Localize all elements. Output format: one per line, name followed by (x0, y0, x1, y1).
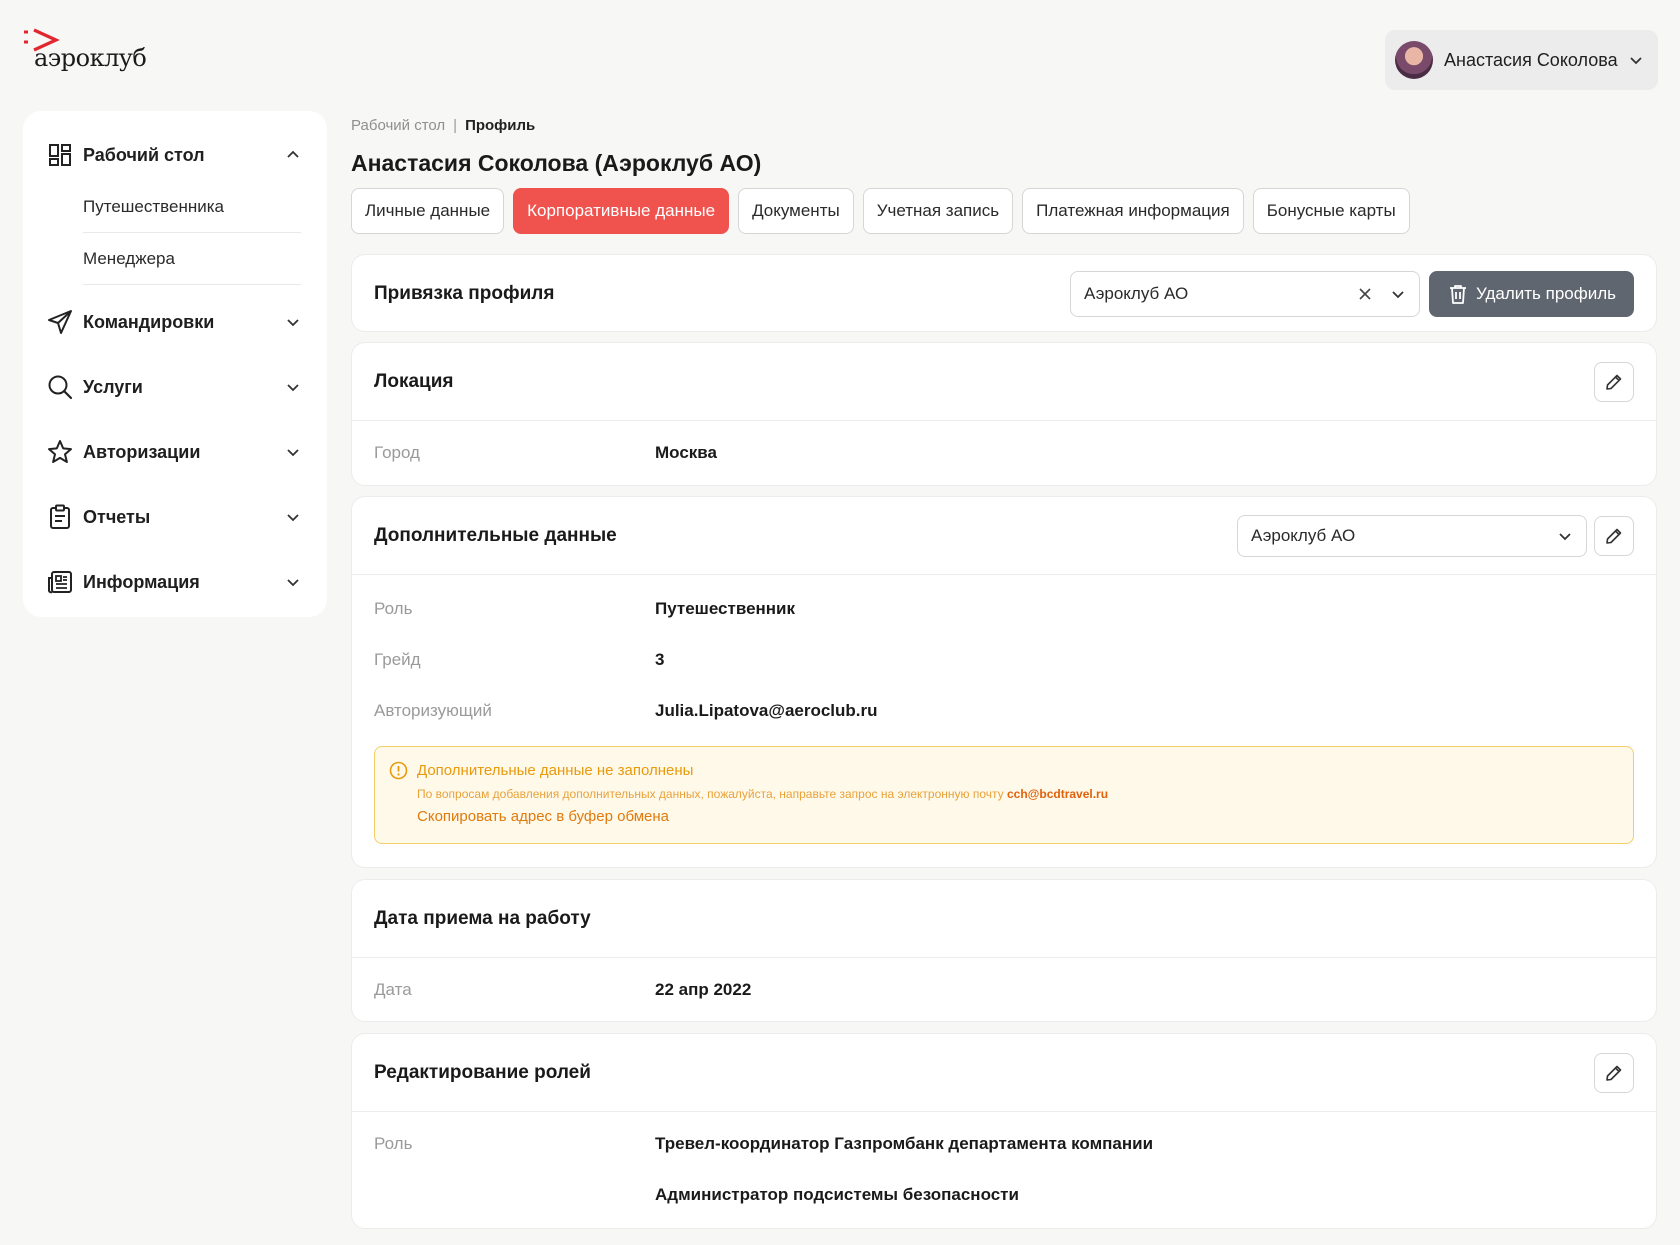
row-label: Город (374, 443, 420, 462)
copy-address-link[interactable]: Скопировать адрес в буфер обмена (417, 808, 669, 825)
user-menu[interactable]: Анастасия Соколова (1385, 30, 1658, 90)
sidebar-item-label: Командировки (83, 311, 215, 332)
sidebar-subitem-manager[interactable]: Менеджера (83, 233, 301, 285)
sidebar-item-authorizations[interactable]: Авторизации (47, 430, 301, 474)
sidebar-item-label: Услуги (83, 376, 143, 397)
row-label: Роль (374, 1133, 413, 1153)
card-title: Локация (374, 370, 454, 392)
edit-location-button[interactable] (1594, 361, 1634, 402)
clipboard-icon (47, 504, 73, 530)
additional-row-grade: Грейд 3 (352, 634, 1656, 685)
warning-title: Дополнительные данные не заполнены (417, 762, 694, 779)
sidebar-item-reports[interactable]: Отчеты (47, 495, 301, 539)
company-select-value: Аэроклуб АО (1083, 284, 1189, 303)
roles-row: Администратор подсистемы безопасности (352, 1169, 1656, 1220)
user-name: Анастасия Соколова (1444, 49, 1618, 70)
sidebar-subitem-traveler[interactable]: Путешественника (83, 181, 301, 233)
warning-text: По вопросам добавления дополнительных да… (417, 787, 1004, 801)
breadcrumb-separator: | (453, 117, 458, 134)
send-icon (47, 309, 73, 335)
tab-account[interactable]: Учетная запись (862, 188, 1014, 234)
edit-additional-button[interactable] (1594, 515, 1634, 556)
sidebar-item-information[interactable]: Информация (47, 560, 301, 604)
chevron-down-icon (1392, 291, 1404, 299)
row-label: Роль (374, 598, 413, 618)
warning-email[interactable]: cch@bcdtravel.ru (1007, 787, 1108, 801)
row-value: 3 (655, 649, 665, 669)
roles-card: Редактирование ролей Роль Тревел-координ… (351, 1033, 1657, 1229)
clear-icon[interactable] (1358, 287, 1372, 301)
sidebar-item-services[interactable]: Услуги (47, 365, 301, 409)
row-value: Москва (655, 443, 717, 462)
hire-date-row: Дата 22 апр 2022 (352, 958, 1656, 1022)
sidebar-item-label: Отчеты (83, 506, 151, 527)
newspaper-icon (47, 569, 73, 595)
profile-binding-card: Привязка профиля Аэроклуб АО Удалить про… (351, 254, 1657, 332)
warning-icon (389, 761, 408, 780)
card-title: Дата приема на работу (374, 907, 591, 929)
sidebar-item-label: Информация (83, 571, 200, 592)
star-icon (47, 439, 73, 465)
breadcrumb: Рабочий стол | Профиль (351, 117, 535, 134)
tab-corporate-data[interactable]: Корпоративные данные (513, 188, 730, 234)
delete-profile-label: Удалить профиль (1475, 284, 1616, 303)
search-icon (47, 374, 73, 400)
card-title: Дополнительные данные (374, 524, 617, 546)
dashboard-icon (47, 142, 73, 168)
tab-documents[interactable]: Документы (738, 188, 854, 234)
tab-bonus-cards[interactable]: Бонусные карты (1252, 188, 1410, 234)
roles-row: Роль Тревел-координатор Газпромбанк депа… (352, 1118, 1656, 1169)
pencil-icon (1606, 528, 1622, 544)
location-card: Локация Город Москва (351, 342, 1657, 486)
chevron-down-icon (287, 579, 299, 587)
sidebar-item-trips[interactable]: Командировки (47, 300, 301, 344)
additional-company-select[interactable]: Аэроклуб АО (1237, 514, 1587, 557)
hire-date-card: Дата приема на работу Дата 22 апр 2022 (351, 879, 1657, 1022)
sidebar: Рабочий стол Путешественника Менеджера К… (23, 111, 327, 617)
additional-row-role: Роль Путешественник (352, 583, 1656, 634)
breadcrumb-current: Профиль (465, 117, 536, 134)
chevron-down-icon (1630, 57, 1642, 65)
chevron-up-icon (287, 150, 299, 158)
row-value: Julia.Lipatova@aeroclub.ru (655, 700, 878, 720)
logo[interactable]: аэроклуб (22, 26, 152, 78)
warning-banner: Дополнительные данные не заполнены По во… (374, 746, 1634, 844)
sidebar-item-label: Рабочий стол (83, 144, 205, 165)
role-value: Тревел-координатор Газпромбанк департаме… (655, 1133, 1154, 1153)
tabs: Личные данные Корпоративные данные Докум… (351, 188, 1410, 234)
breadcrumb-root[interactable]: Рабочий стол (351, 117, 445, 134)
company-select[interactable]: Аэроклуб АО (1069, 271, 1420, 317)
warning-text-line: По вопросам добавления дополнительных да… (417, 787, 1593, 801)
sidebar-item-label: Авторизации (83, 441, 201, 462)
row-value: Путешественник (655, 598, 796, 618)
additional-data-card: Дополнительные данные Аэроклуб АО Роль П… (351, 496, 1657, 868)
chevron-down-icon (287, 449, 299, 457)
row-label: Грейд (374, 649, 421, 669)
sidebar-item-dashboard[interactable]: Рабочий стол (47, 133, 301, 177)
row-label: Авторизующий (374, 700, 492, 720)
trash-icon (1449, 285, 1466, 304)
tab-payment-info[interactable]: Платежная информация (1022, 188, 1244, 234)
additional-row-authorizer: Авторизующий Julia.Lipatova@aeroclub.ru (352, 685, 1656, 736)
pencil-icon (1606, 374, 1622, 390)
row-value: 22 апр 2022 (655, 980, 752, 999)
tab-personal-data[interactable]: Личные данные (351, 188, 505, 234)
card-title: Привязка профиля (374, 283, 555, 304)
chevron-down-icon (287, 319, 299, 327)
role-value: Администратор подсистемы безопасности (655, 1184, 1019, 1204)
logo-text: аэроклуб (34, 44, 147, 72)
delete-profile-button[interactable]: Удалить профиль (1428, 271, 1634, 317)
avatar (1395, 41, 1433, 79)
chevron-down-icon (287, 514, 299, 522)
chevron-down-icon (287, 384, 299, 392)
location-row: Город Москва (352, 421, 1656, 485)
row-label: Дата (374, 980, 412, 999)
card-title: Редактирование ролей (374, 1061, 591, 1083)
page-title: Анастасия Соколова (Аэроклуб АО) (351, 150, 762, 176)
chevron-down-icon (1559, 532, 1571, 540)
additional-company-select-value: Аэроклуб АО (1251, 525, 1356, 545)
edit-roles-button[interactable] (1594, 1052, 1634, 1093)
pencil-icon (1606, 1065, 1622, 1081)
